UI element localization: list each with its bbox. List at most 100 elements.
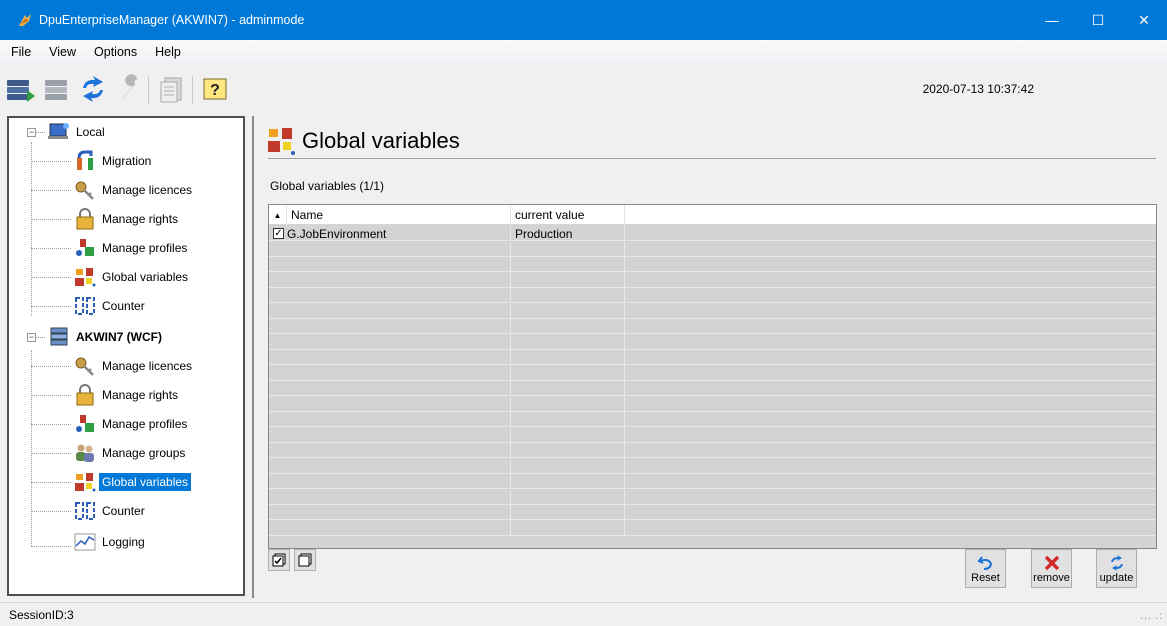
cell-name (269, 427, 511, 443)
cell-current-value (511, 350, 625, 365)
tree-node-server[interactable]: AKWIN7 (WCF) (45, 325, 165, 349)
tree-line (31, 424, 71, 425)
tree-item-manage-licences[interactable]: Manage licences (71, 354, 195, 378)
tree-item-manage-profiles[interactable]: Manage profiles (71, 412, 190, 436)
tree-item-global-variables-selected[interactable]: Global variables (71, 470, 192, 494)
cell-current-value (511, 319, 625, 334)
clock-timestamp: 2020-07-13 10:37:42 (922, 82, 1034, 96)
minimize-button[interactable]: — (1029, 0, 1075, 40)
reset-label: Reset (971, 571, 1000, 584)
maximize-button[interactable]: ☐ (1075, 0, 1121, 40)
tree-node-local[interactable]: Local (45, 120, 108, 144)
tree-item-global-variables[interactable]: Global variables (71, 265, 191, 289)
tree-label: Manage profiles (102, 417, 188, 431)
help-button[interactable]: ? (198, 72, 232, 106)
remove-button[interactable]: remove (1031, 549, 1072, 588)
tree-label: Global variables (102, 270, 189, 284)
tree-label: Manage licences (102, 183, 193, 197)
expander-collapse[interactable]: − (27, 128, 36, 137)
cell-name (269, 257, 511, 272)
empty-row (269, 443, 1156, 458)
toolbar-separator (148, 76, 149, 104)
update-button[interactable]: update (1096, 549, 1137, 588)
cell-current-value (511, 241, 625, 257)
tree-label: Manage rights (102, 212, 179, 226)
network-icon (45, 120, 73, 144)
reset-button[interactable]: Reset (965, 549, 1006, 588)
menu-file[interactable]: File (0, 45, 40, 59)
tree-line (31, 511, 71, 512)
empty-row (269, 350, 1156, 365)
empty-row (269, 365, 1156, 381)
menu-options[interactable]: Options (85, 45, 146, 59)
refresh-icon (1110, 554, 1123, 571)
tree-label: Manage groups (102, 446, 186, 460)
variable-name: G.JobEnvironment (287, 226, 387, 241)
cell-name (269, 520, 511, 536)
menu-help[interactable]: Help (146, 45, 190, 59)
cell-current-value (511, 458, 625, 474)
connect-server-button[interactable] (4, 72, 38, 106)
tree-item-manage-profiles[interactable]: Manage profiles (71, 236, 190, 260)
tree-item-manage-licences[interactable]: Manage licences (71, 178, 195, 202)
cell-current-value (511, 381, 625, 396)
cell-name (269, 350, 511, 365)
column-header-name[interactable]: Name (287, 205, 511, 225)
grid-header: ▲ Name current value (269, 205, 1156, 225)
page-heading: Global variables (266, 126, 460, 156)
column-header-current-value[interactable]: current value (511, 205, 625, 225)
tree-label: Local (76, 125, 105, 139)
settings-button[interactable] (112, 72, 146, 106)
tree-line (31, 350, 32, 546)
tree-line (31, 248, 71, 249)
empty-row (269, 334, 1156, 350)
cell-current-value (511, 427, 625, 443)
expander-collapse[interactable]: − (27, 333, 36, 342)
cell-current-value (511, 288, 625, 303)
tree-item-manage-groups[interactable]: Manage groups (71, 441, 188, 465)
resize-grip[interactable]: ... .: (1140, 611, 1163, 622)
empty-row (269, 489, 1156, 505)
wrench-icon (121, 74, 140, 100)
row-checkbox[interactable]: ✓ (273, 228, 284, 239)
tree-item-counter[interactable]: Counter (71, 499, 148, 523)
main-panel: Global variables Global variables (1/1) … (252, 116, 1165, 598)
counter-icon (71, 294, 99, 318)
server-icon (45, 325, 73, 349)
check-all-button[interactable] (268, 549, 290, 571)
tree-item-manage-rights[interactable]: Manage rights (71, 383, 181, 407)
check-all-icon (272, 553, 286, 567)
logging-icon (71, 530, 99, 554)
lock-icon (71, 207, 99, 231)
tree-item-counter[interactable]: Counter (71, 294, 148, 318)
cell-name: ✓ G.JobEnvironment (269, 226, 511, 241)
cell-name (269, 396, 511, 412)
empty-row (269, 520, 1156, 536)
update-label: update (1099, 571, 1134, 584)
tree-item-migration[interactable]: Migration (71, 149, 154, 173)
toolbar-separator (192, 76, 193, 104)
empty-row (269, 505, 1156, 520)
tree-line (31, 219, 71, 220)
document-button[interactable] (154, 72, 188, 106)
tree-line (31, 482, 71, 483)
tree-item-manage-rights[interactable]: Manage rights (71, 207, 181, 231)
cell-name (269, 334, 511, 350)
uncheck-all-button[interactable] (294, 549, 316, 571)
heading-divider (268, 158, 1156, 159)
close-button[interactable]: ✕ (1121, 0, 1167, 40)
tree-label: Migration (102, 154, 152, 168)
window-title: DpuEnterpriseManager (AKWIN7) - adminmod… (39, 13, 305, 27)
menu-view[interactable]: View (40, 45, 85, 59)
cell-current-value (511, 520, 625, 536)
tree-item-logging[interactable]: Logging (71, 530, 148, 554)
empty-row (269, 303, 1156, 319)
disconnect-server-button[interactable] (40, 72, 74, 106)
table-row[interactable]: ✓ G.JobEnvironment Production (269, 226, 1156, 241)
tree-line (31, 395, 71, 396)
navigation-tree[interactable]: − Local Migration Manage licences Manage… (7, 116, 245, 596)
cell-name (269, 505, 511, 520)
cell-current-value (511, 489, 625, 505)
refresh-button[interactable] (76, 72, 110, 106)
variables-grid[interactable]: ▲ Name current value ✓ G.JobEnvironment Pr… (268, 204, 1157, 549)
